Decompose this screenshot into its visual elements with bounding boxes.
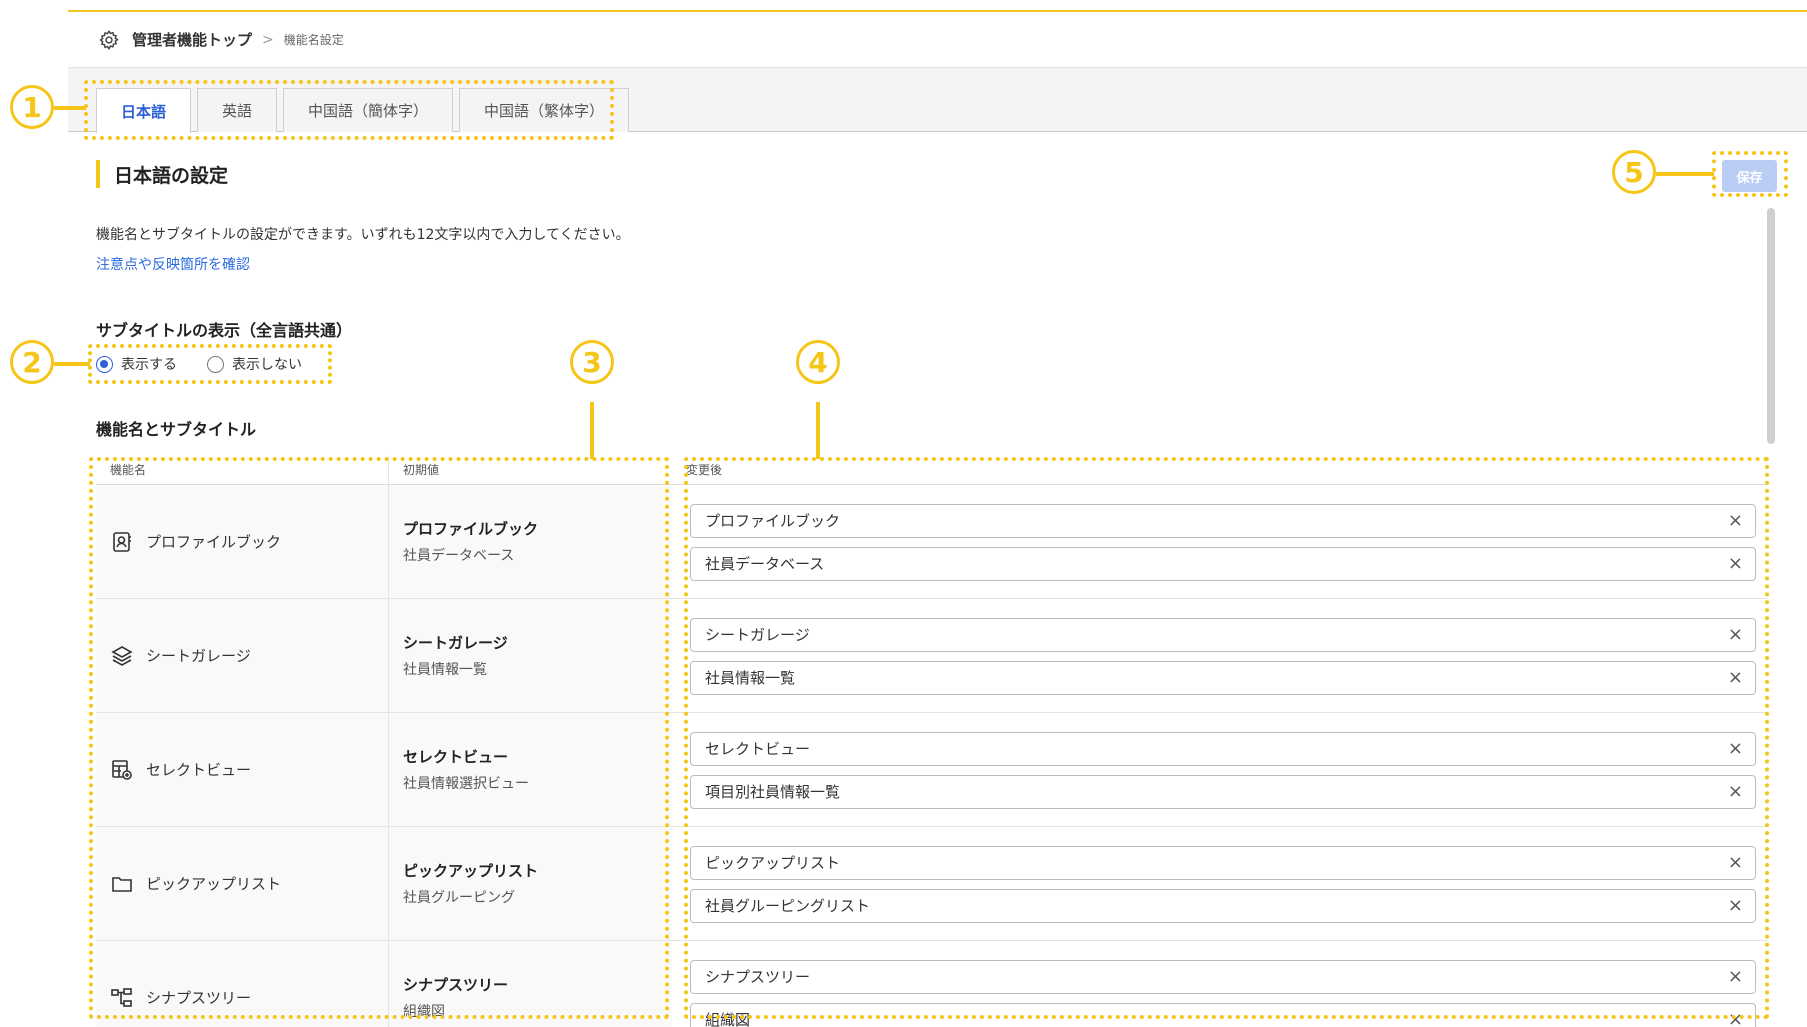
annotation-badge-4: 4 — [796, 340, 840, 384]
breadcrumb-root[interactable]: 管理者機能トップ — [132, 29, 252, 50]
annotation-box-defaults — [89, 457, 669, 1019]
gear-icon — [98, 29, 120, 51]
notes-link[interactable]: 注意点や反映箇所を確認 — [96, 254, 250, 274]
annotation-badge-5: 5 — [1612, 150, 1656, 194]
annotation-box-save — [1712, 151, 1788, 197]
header-bar: 管理者機能トップ > 機能名設定 — [68, 12, 1807, 68]
page: 管理者機能トップ > 機能名設定 日本語 英語 中国語（簡体字） 中国語（繁体字… — [0, 0, 1807, 1027]
breadcrumb-current: 機能名設定 — [283, 33, 344, 47]
annotation-connector-4 — [816, 402, 820, 459]
table-heading: 機能名とサブタイトル — [96, 420, 257, 439]
annotation-badge-1: 1 — [10, 85, 54, 129]
annotation-badge-2: 2 — [10, 340, 54, 384]
subtitle-display-heading: サブタイトルの表示（全言語共通） — [96, 321, 353, 340]
annotation-box-radios — [88, 344, 332, 384]
scrollbar-thumb[interactable] — [1767, 208, 1775, 444]
annotation-connector-1 — [54, 106, 86, 110]
description-text: 機能名とサブタイトルの設定ができます。いずれも12文字以内で入力してください。 — [96, 227, 630, 243]
breadcrumb-separator: > — [262, 31, 274, 48]
annotation-box-changed — [684, 457, 1769, 1019]
annotation-connector-2 — [54, 362, 90, 366]
annotation-connector-5 — [1656, 172, 1714, 176]
section-title: 日本語の設定 — [96, 160, 228, 188]
annotation-connector-3 — [590, 402, 594, 459]
annotation-box-tabs — [84, 80, 614, 140]
annotation-badge-3: 3 — [570, 340, 614, 384]
